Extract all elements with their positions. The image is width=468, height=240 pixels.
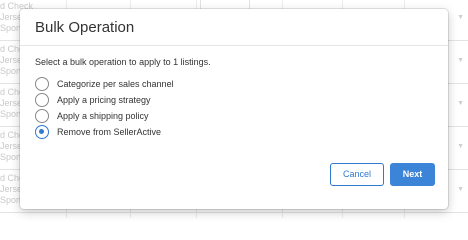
option-apply-pricing-strategy[interactable]: Apply a pricing strategy bbox=[35, 92, 435, 108]
background-cell-text: Sport bbox=[0, 195, 22, 205]
caret-down-icon: ▼ bbox=[457, 100, 464, 107]
caret-down-icon: ▼ bbox=[457, 143, 464, 150]
bulk-operation-dialog: Bulk Operation Select a bulk operation t… bbox=[20, 9, 448, 209]
option-apply-shipping-policy[interactable]: Apply a shipping policy bbox=[35, 108, 435, 124]
dialog-instruction: Select a bulk operation to apply to 1 li… bbox=[35, 57, 211, 67]
background-cell-text: Sport bbox=[0, 109, 22, 119]
option-label: Apply a shipping policy bbox=[57, 110, 149, 121]
radio-button-selected[interactable] bbox=[35, 125, 49, 139]
next-button[interactable]: Next bbox=[390, 163, 435, 186]
option-label: Apply a pricing strategy bbox=[57, 94, 151, 105]
background-cell-text: Sport bbox=[0, 152, 22, 162]
caret-down-icon: ▼ bbox=[457, 186, 464, 193]
radio-button[interactable] bbox=[35, 77, 49, 91]
background-cell-text: Sport bbox=[0, 66, 22, 76]
option-label: Categorize per sales channel bbox=[57, 78, 174, 89]
radio-button[interactable] bbox=[35, 109, 49, 123]
dialog-body: Select a bulk operation to apply to 1 li… bbox=[35, 57, 435, 140]
dialog-header: Bulk Operation bbox=[20, 9, 448, 46]
dialog-title: Bulk Operation bbox=[35, 19, 135, 36]
radio-button[interactable] bbox=[35, 93, 49, 107]
option-label: Remove from SellerActive bbox=[57, 126, 162, 137]
cancel-button[interactable]: Cancel bbox=[330, 163, 384, 186]
option-categorize-per-sales-channel[interactable]: Categorize per sales channel bbox=[35, 76, 435, 92]
option-remove-from-selleractive[interactable]: Remove from SellerActive bbox=[35, 124, 435, 140]
background-cell-text: Sport bbox=[0, 23, 22, 33]
caret-down-icon: ▼ bbox=[457, 14, 464, 21]
caret-down-icon: ▼ bbox=[457, 57, 464, 64]
